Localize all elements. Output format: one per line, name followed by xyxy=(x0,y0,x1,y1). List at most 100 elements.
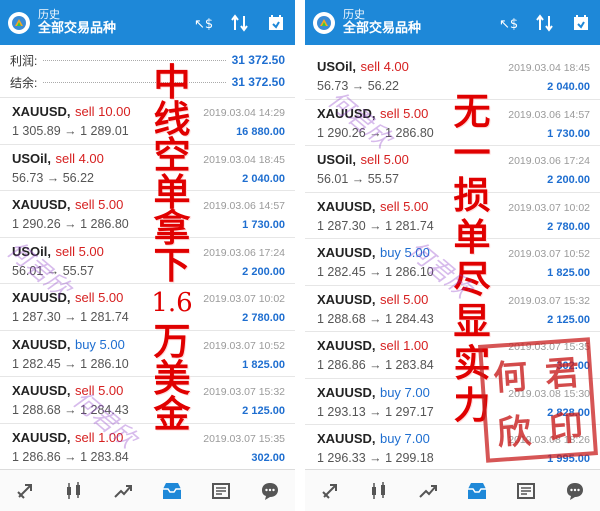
trade-row[interactable]: USOil, sell 4.00 2019.03.04 18:45 56.73 →… xyxy=(0,145,295,191)
trade-symbol: USOil, xyxy=(317,152,357,167)
symbol-filter-icon[interactable]: ↖$ xyxy=(193,12,215,34)
profit-value: 31 372.50 xyxy=(231,53,285,67)
trade-symbol: USOil, xyxy=(317,59,357,74)
trade-time: 2019.03.04 18:45 xyxy=(508,62,590,74)
trade-row[interactable]: XAUUSD, buy 7.00 2019.03.08 18:26 1 296.3… xyxy=(305,425,600,472)
trade-symbol: XAUUSD, xyxy=(317,198,376,214)
trade-symbol: XAUUSD, xyxy=(12,336,71,352)
trade-side: sell 5.00 xyxy=(360,152,409,167)
trade-time: 2019.03.04 14:29 xyxy=(203,107,285,119)
trade-prices: 1 288.68 → 1 284.43 xyxy=(12,403,129,417)
trade-prices: 1 287.30 → 1 281.74 xyxy=(317,218,434,233)
trade-row[interactable]: XAUUSD, buy 7.00 2019.03.08 15:30 1 293.1… xyxy=(305,379,600,425)
trade-side: sell 5.00 xyxy=(379,105,429,121)
trade-profit: 1 825.00 xyxy=(547,267,590,279)
trade-time: 2019.03.08 18:26 xyxy=(508,434,590,446)
trade-row[interactable]: XAUUSD, buy 5.00 2019.03.07 10:52 1 282.4… xyxy=(0,331,295,377)
header-title[interactable]: 全部交易品种 xyxy=(38,20,193,36)
chart-icon[interactable] xyxy=(359,470,399,511)
trade-symbol: XAUUSD, xyxy=(317,384,376,400)
history-icon[interactable] xyxy=(457,470,497,511)
trade-side: sell 5.00 xyxy=(74,290,124,305)
trade-profit: 302.00 xyxy=(556,360,590,372)
sort-icon[interactable] xyxy=(534,12,556,34)
trade-row[interactable]: XAUUSD, sell 1.00 2019.03.07 15:35 1 286.… xyxy=(0,424,295,470)
chat-icon[interactable] xyxy=(250,470,290,511)
trade-prices: 1 290.26 → 1 286.80 xyxy=(12,217,129,231)
calendar-icon[interactable] xyxy=(265,12,287,34)
trade-symbol: XAUUSD, xyxy=(317,338,376,353)
analytics-icon[interactable] xyxy=(103,470,143,511)
trade-profit: 2 828.00 xyxy=(547,406,590,419)
history-icon[interactable] xyxy=(152,470,192,511)
trade-profit: 302.00 xyxy=(251,451,285,464)
trade-prices: 1 282.45 → 1 286.10 xyxy=(317,265,434,279)
svg-text:↖$: ↖$ xyxy=(194,17,213,32)
trade-side: buy 7.00 xyxy=(379,384,430,400)
trade-symbol: XAUUSD, xyxy=(317,105,376,121)
trade-row[interactable]: XAUUSD, sell 10.00 2019.03.04 14:29 1 305… xyxy=(0,98,295,145)
trade-prices: 56.01 → 55.57 xyxy=(12,263,95,278)
trade-prices: 56.73 → 56.22 xyxy=(317,79,400,93)
trade-list: USOil, sell 4.00 2019.03.04 18:45 56.73 →… xyxy=(305,45,600,472)
trade-row[interactable]: XAUUSD, sell 5.00 2019.03.06 14:57 1 290.… xyxy=(305,100,600,146)
trade-profit: 2 040.00 xyxy=(242,172,285,185)
trade-prices: 1 287.30 → 1 281.74 xyxy=(12,310,129,324)
analytics-icon[interactable] xyxy=(408,470,448,511)
trade-icon[interactable] xyxy=(5,470,45,511)
trade-side: sell 5.00 xyxy=(379,198,429,214)
calendar-icon[interactable] xyxy=(570,12,592,34)
trade-icon[interactable] xyxy=(310,470,350,511)
svg-text:↖$: ↖$ xyxy=(499,17,518,32)
trade-time: 2019.03.07 15:35 xyxy=(203,432,285,445)
bottom-nav xyxy=(0,469,295,511)
trade-time: 2019.03.04 18:45 xyxy=(203,153,285,166)
profit-row: 利润: 31 372.50 xyxy=(10,49,285,71)
chart-icon[interactable] xyxy=(54,470,94,511)
trade-profit: 2 780.00 xyxy=(242,312,285,324)
symbol-filter-icon[interactable]: ↖$ xyxy=(498,12,520,34)
trade-row[interactable]: XAUUSD, sell 5.00 2019.03.06 14:57 1 290.… xyxy=(0,191,295,238)
trade-symbol: USOil, xyxy=(12,150,52,166)
balance-row: 结余: 31 372.50 xyxy=(10,71,285,93)
trade-profit: 2 125.00 xyxy=(547,313,590,326)
trade-list: XAUUSD, sell 10.00 2019.03.04 14:29 1 305… xyxy=(0,98,295,470)
trade-side: sell 5.00 xyxy=(55,243,104,259)
trade-symbol: USOil, xyxy=(12,243,52,259)
trade-symbol: XAUUSD, xyxy=(12,429,71,445)
metatrader-logo-icon[interactable] xyxy=(8,11,30,34)
trade-row[interactable]: USOil, sell 5.00 2019.03.06 17:24 56.01 →… xyxy=(305,146,600,193)
header-subtitle: 历史 xyxy=(38,8,60,21)
trade-row[interactable]: XAUUSD, sell 1.00 2019.03.07 15:35 1 286.… xyxy=(305,332,600,379)
trade-row[interactable]: XAUUSD, buy 5.00 2019.03.07 10:52 1 282.4… xyxy=(305,239,600,286)
news-icon[interactable] xyxy=(201,470,241,511)
trade-row[interactable]: XAUUSD, sell 5.00 2019.03.07 10:02 1 287.… xyxy=(305,193,600,239)
trade-row[interactable]: XAUUSD, sell 5.00 2019.03.07 15:32 1 288.… xyxy=(0,377,295,424)
trade-prices: 56.01 → 55.57 xyxy=(317,172,400,186)
trade-profit: 1 825.00 xyxy=(242,358,285,371)
chat-icon[interactable] xyxy=(555,470,595,511)
trade-side: sell 4.00 xyxy=(55,150,104,166)
trade-row[interactable]: USOil, sell 4.00 2019.03.04 18:45 56.73 →… xyxy=(305,53,600,100)
news-icon[interactable] xyxy=(506,470,546,511)
header-title[interactable]: 全部交易品种 xyxy=(343,20,498,36)
trade-side: sell 5.00 xyxy=(74,383,124,398)
sort-icon[interactable] xyxy=(229,12,251,34)
profit-label: 利润: xyxy=(10,53,38,68)
trade-row[interactable]: USOil, sell 5.00 2019.03.06 17:24 56.01 →… xyxy=(0,238,295,284)
app-bar: 历史 全部交易品种 ↖$ xyxy=(305,0,600,45)
metatrader-logo-icon[interactable] xyxy=(313,11,335,34)
trade-profit: 2 780.00 xyxy=(547,220,590,233)
trade-symbol: XAUUSD, xyxy=(317,431,376,446)
trade-symbol: XAUUSD, xyxy=(317,245,376,260)
trade-symbol: XAUUSD, xyxy=(12,197,71,212)
trade-time: 2019.03.06 14:57 xyxy=(508,108,590,121)
trade-side: sell 10.00 xyxy=(74,104,131,119)
trade-time: 2019.03.07 10:02 xyxy=(508,201,590,214)
panel-divider xyxy=(295,0,305,511)
trade-row[interactable]: XAUUSD, sell 5.00 2019.03.07 10:02 1 287.… xyxy=(0,284,295,331)
trade-symbol: XAUUSD, xyxy=(317,291,376,307)
trade-side: buy 7.00 xyxy=(379,431,430,446)
balance-label: 结余: xyxy=(10,75,38,90)
trade-row[interactable]: XAUUSD, sell 5.00 2019.03.07 15:32 1 288.… xyxy=(305,286,600,332)
